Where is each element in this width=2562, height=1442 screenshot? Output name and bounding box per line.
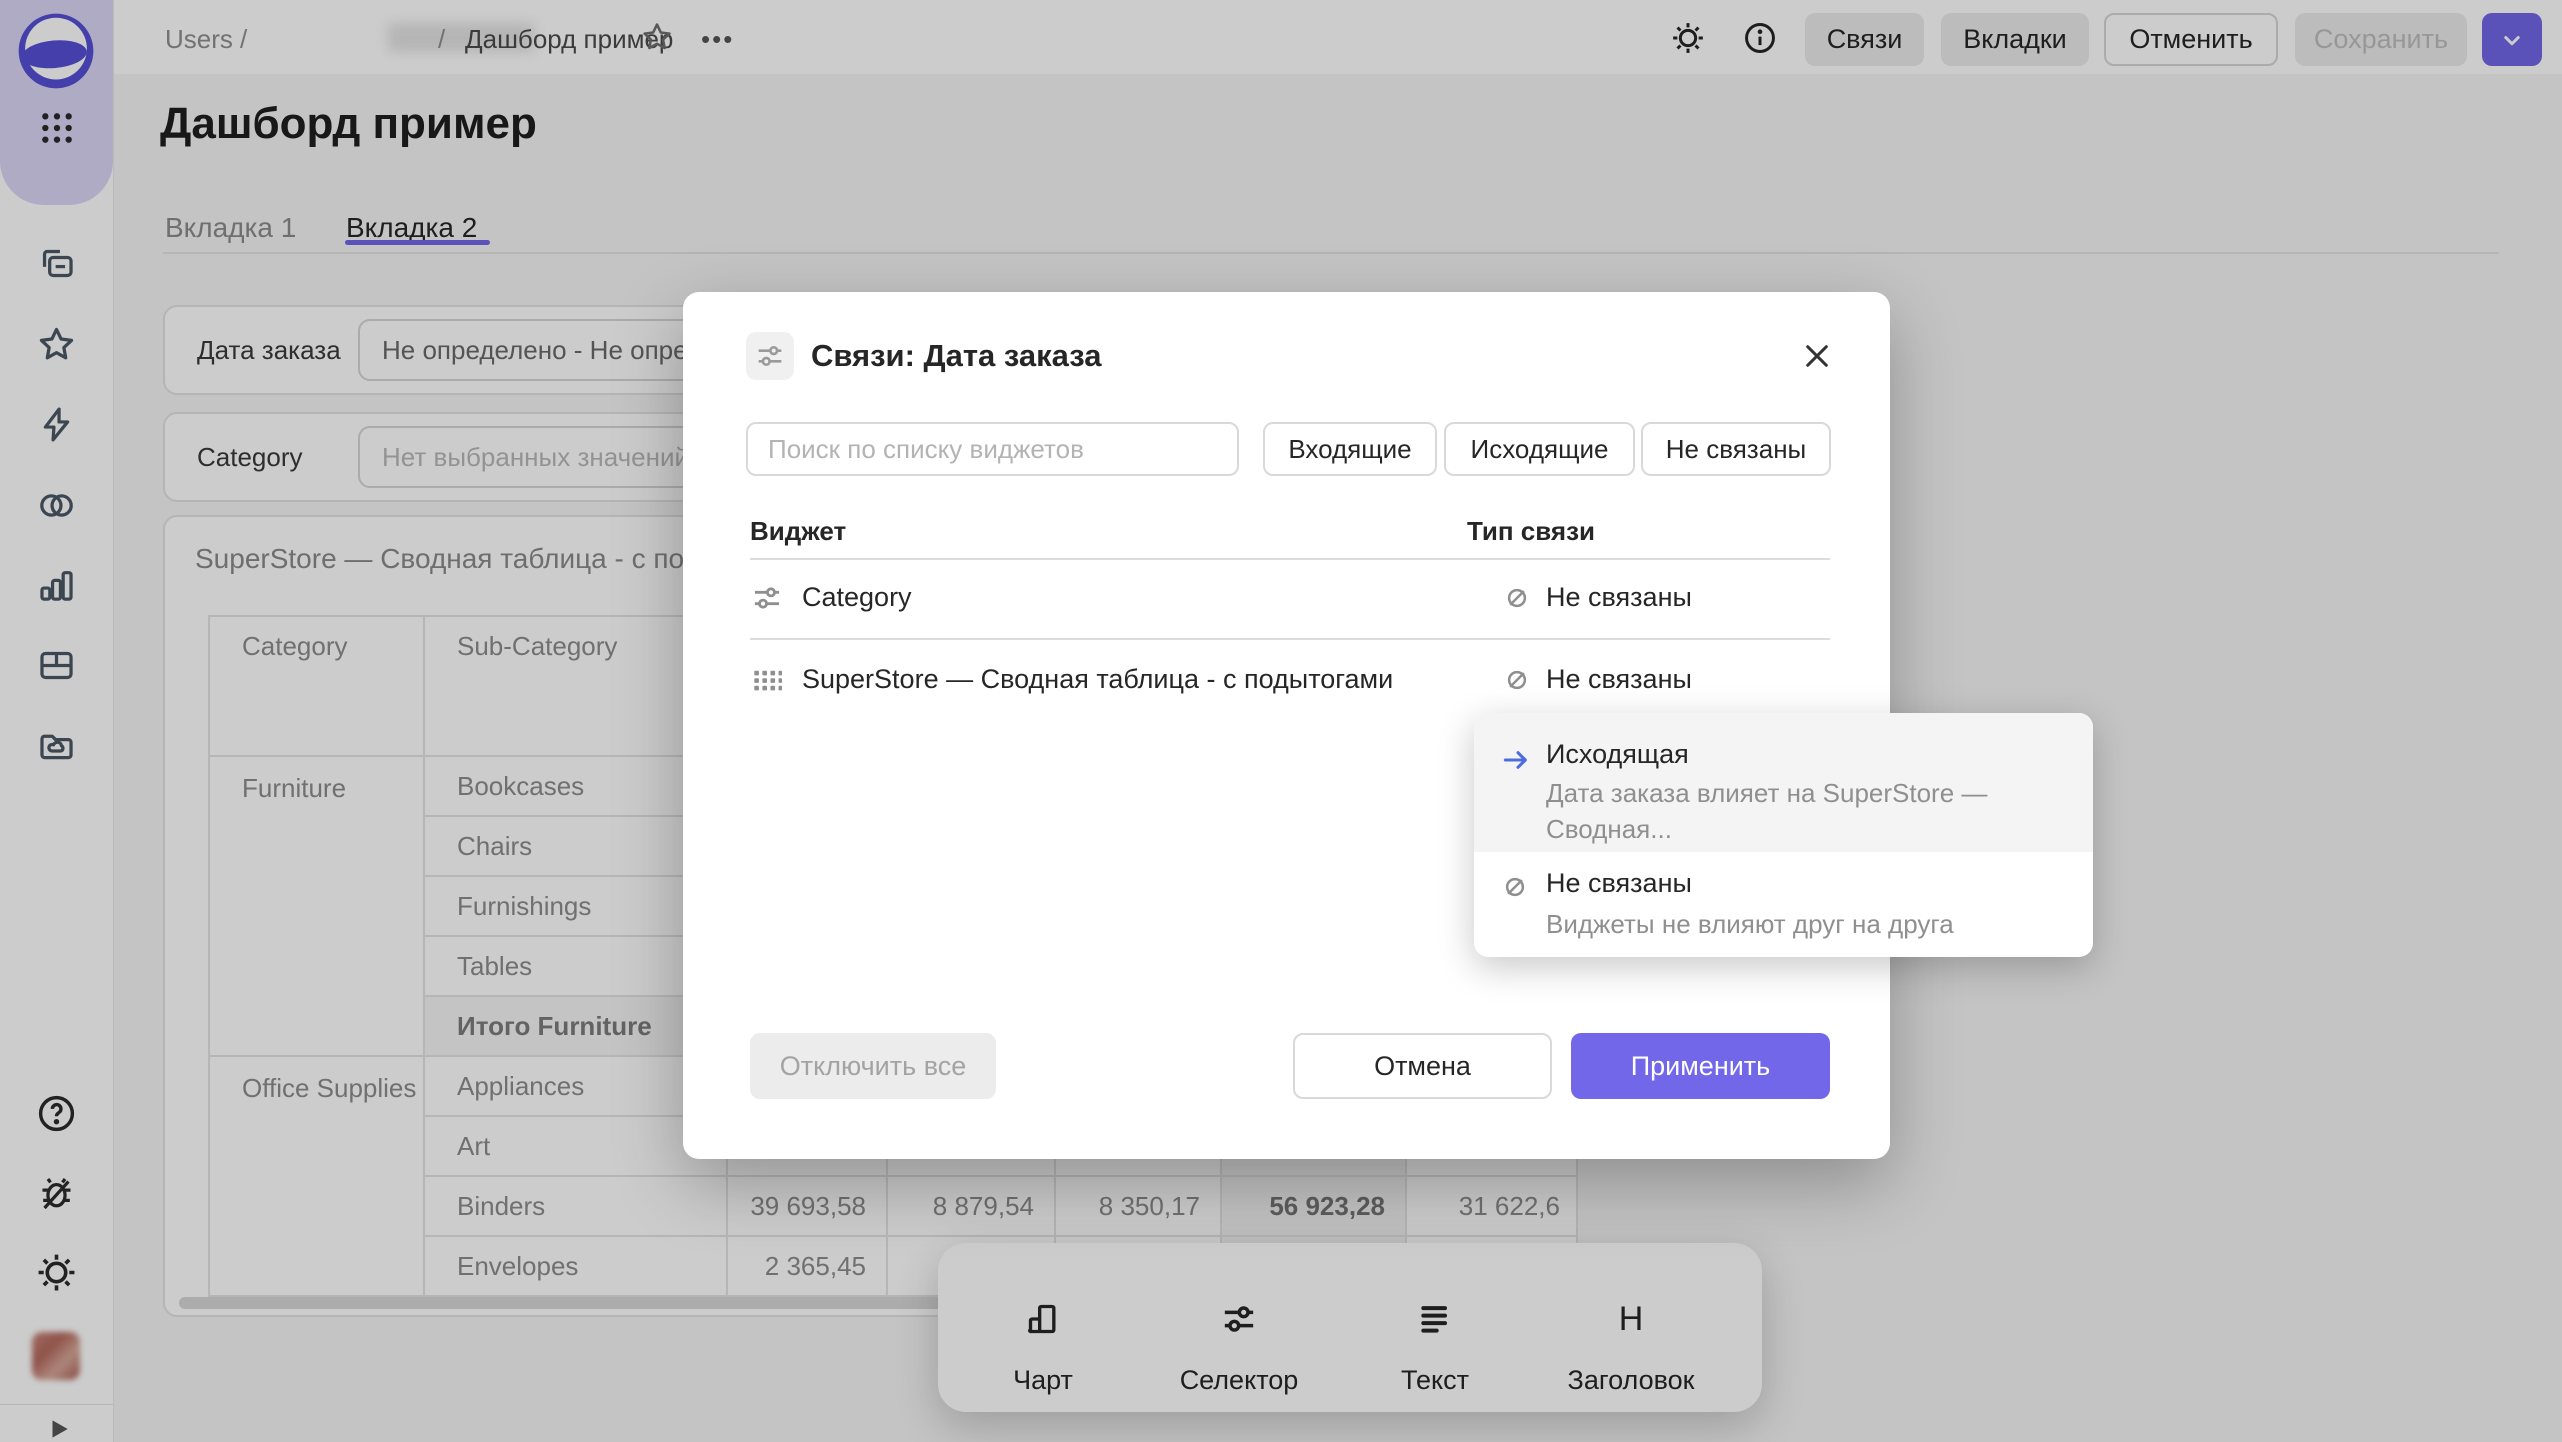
datalens-dashboard-editor: Users / / Дашборд пример ••• Связи В xyxy=(0,0,2562,1442)
dropdown-item-desc: Сводная... xyxy=(1546,811,1672,847)
filter-incoming-button[interactable]: Входящие xyxy=(1263,422,1437,476)
pivot-grid-icon xyxy=(752,665,782,695)
link-type-value: Не связаны xyxy=(1546,582,1692,613)
widget-row-label: Category xyxy=(802,582,912,613)
list-divider xyxy=(750,558,1830,560)
cancel-button[interactable]: Отмена xyxy=(1293,1033,1552,1099)
widget-search-input[interactable] xyxy=(746,422,1239,476)
dropdown-item-desc: Дата заказа влияет на SuperStore — xyxy=(1546,775,1987,811)
sliders-icon xyxy=(746,332,794,380)
dropdown-item-not-linked[interactable]: Не связаны Виджеты не влияют друг на дру… xyxy=(1474,852,2093,957)
arrow-right-icon xyxy=(1500,744,1532,776)
dropdown-item-desc: Виджеты не влияют друг на друга xyxy=(1546,906,1954,942)
not-linked-icon xyxy=(1502,583,1532,613)
filter-outgoing-button[interactable]: Исходящие xyxy=(1444,422,1635,476)
dropdown-item-outgoing[interactable]: Исходящая Дата заказа влияет на SuperSto… xyxy=(1474,713,2093,852)
column-header-link-type: Тип связи xyxy=(1467,516,1595,547)
link-type-select-open[interactable]: Не связаны xyxy=(1502,664,1692,695)
modal-title: Связи: Дата заказа xyxy=(811,338,1102,374)
link-type-value: Не связаны xyxy=(1546,664,1692,695)
dropdown-item-title: Исходящая xyxy=(1546,739,1689,770)
sliders-icon xyxy=(750,581,784,615)
disable-all-button[interactable]: Отключить все xyxy=(750,1033,996,1099)
not-linked-icon xyxy=(1500,872,1532,904)
filter-unlinked-button[interactable]: Не связаны xyxy=(1641,422,1831,476)
link-type-dropdown: Исходящая Дата заказа влияет на SuperSto… xyxy=(1474,713,2093,957)
apply-button[interactable]: Применить xyxy=(1571,1033,1830,1099)
close-icon[interactable] xyxy=(1795,334,1839,378)
not-linked-icon xyxy=(1502,665,1532,695)
widget-row-label: SuperStore — Сводная таблица - с подытог… xyxy=(802,664,1393,695)
dropdown-item-title: Не связаны xyxy=(1546,868,1692,899)
column-header-widget: Виджет xyxy=(750,516,846,547)
list-divider xyxy=(750,638,1830,640)
link-type-select[interactable]: Не связаны xyxy=(1502,582,1692,613)
